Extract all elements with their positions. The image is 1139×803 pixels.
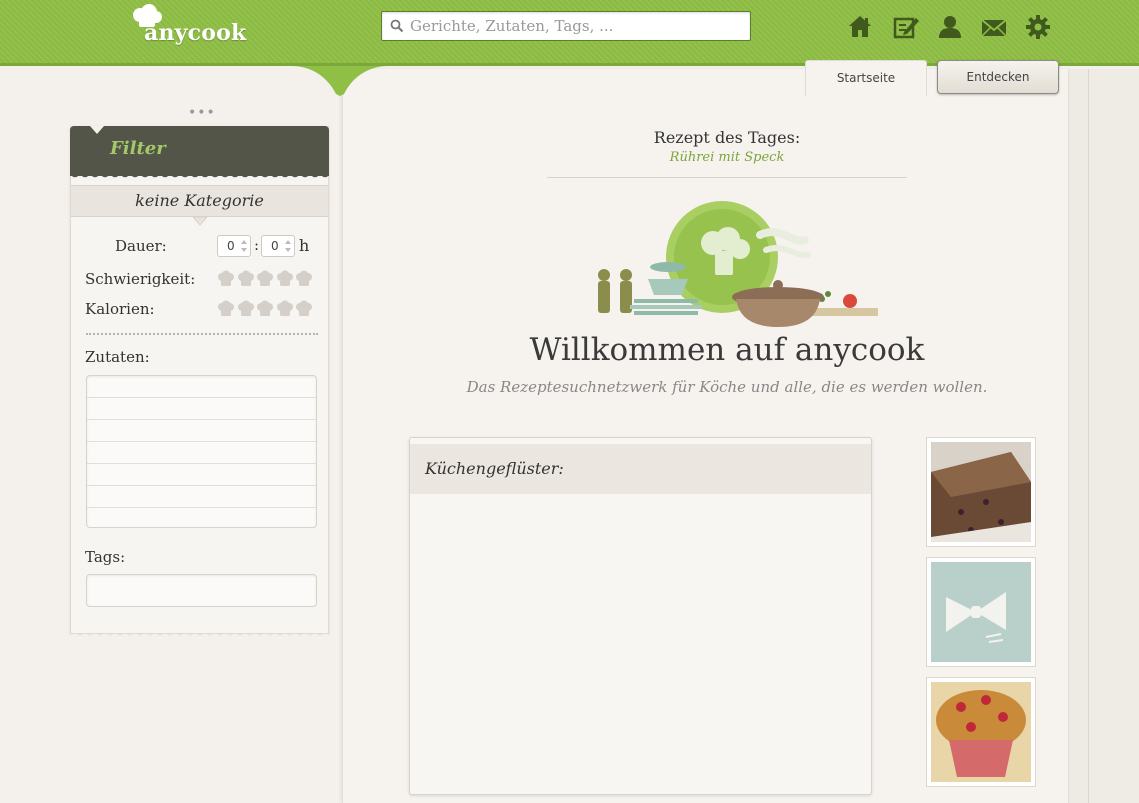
ingredients-label: Zutaten: (85, 348, 150, 366)
kitchen-illustration (598, 201, 878, 327)
duration-hours-input[interactable]: 0 (217, 235, 251, 257)
ingredients-input[interactable] (86, 375, 317, 528)
chef-hat-rating-icon[interactable] (217, 300, 235, 318)
chef-hat-rating-icon[interactable] (276, 270, 294, 288)
welcome-title: Willkommen auf anycook (529, 332, 925, 368)
chef-hat-rating-icon[interactable] (217, 270, 235, 288)
cake-photo (931, 442, 1031, 542)
ingredients-line (87, 441, 316, 442)
filter-divider (86, 333, 318, 335)
difficulty-label: Schwierigkeit: (85, 270, 196, 288)
chef-hat-rating-icon[interactable] (256, 300, 274, 318)
search-icon (390, 19, 404, 33)
search-bar (381, 11, 751, 41)
ingredients-line (87, 397, 316, 398)
duration-hours-value: 0 (227, 239, 235, 253)
category-selector[interactable]: keine Kategorie (71, 185, 328, 217)
tags-input[interactable] (86, 574, 317, 607)
edit-icon[interactable] (892, 13, 920, 41)
tags-label: Tags: (85, 548, 126, 566)
anycook-logo[interactable]: anycook (128, 4, 258, 48)
recipe-of-day-label: Rezept des Tages: (653, 128, 801, 147)
filter-bottom-scallop (70, 630, 329, 638)
calories-label: Kalorien: (85, 300, 155, 318)
duration-minutes-input[interactable]: 0 (261, 235, 295, 257)
home-icon[interactable] (846, 13, 874, 41)
recipe-of-day-link[interactable]: Rührei mit Speck (547, 150, 907, 165)
mail-icon[interactable] (980, 13, 1008, 41)
hours-spinner-icon[interactable] (240, 238, 248, 254)
ingredients-line (87, 485, 316, 486)
kitchen-whisper-title: Küchengeflüster: (410, 444, 871, 494)
duration-colon: : (254, 236, 260, 254)
search-input[interactable] (410, 15, 740, 37)
recipe-thumbnail-cake[interactable] (926, 437, 1036, 547)
gear-icon[interactable] (1024, 13, 1052, 41)
chef-hat-rating-icon[interactable] (295, 300, 313, 318)
duration-minutes-value: 0 (271, 239, 279, 253)
top-bar: anycook (0, 0, 1139, 66)
drag-handle-dots[interactable]: ••• (188, 106, 216, 120)
category-pointer (193, 217, 207, 226)
header-notch (292, 66, 388, 96)
filter-header[interactable]: Filter (70, 126, 329, 181)
recipe-thumbnail-pasta[interactable] (926, 557, 1036, 667)
recipe-of-day-divider (547, 177, 907, 178)
chef-hat-rating-icon[interactable] (295, 270, 313, 288)
user-icon[interactable] (936, 13, 964, 41)
kitchen-whisper-panel: Küchengeflüster: (409, 437, 872, 795)
logo-text: anycook (144, 20, 247, 46)
recipe-thumbnail-muffin[interactable] (926, 677, 1036, 787)
filter-panel: Filter keine Kategorie Dauer: 0 : 0 h Sc… (70, 126, 329, 638)
duration-label: Dauer: (115, 237, 167, 255)
tab-startseite[interactable]: Startseite (805, 60, 927, 96)
chef-hat-rating-icon[interactable] (237, 270, 255, 288)
chef-hat-rating-icon[interactable] (276, 300, 294, 318)
ingredients-line (87, 419, 316, 420)
minutes-spinner-icon[interactable] (284, 238, 292, 254)
tab-entdecken[interactable]: Entdecken (937, 60, 1059, 94)
ingredients-line (87, 463, 316, 464)
filter-header-scallop (70, 173, 329, 181)
ingredients-line (87, 507, 316, 508)
pasta-illustration (931, 562, 1031, 662)
welcome-subtitle: Das Rezeptesuchnetzwerk für Köche und al… (466, 378, 988, 396)
right-gutter (1069, 69, 1089, 803)
chef-hat-rating-icon[interactable] (256, 270, 274, 288)
right-margin (1089, 69, 1139, 803)
chef-hat-rating-icon[interactable] (237, 300, 255, 318)
filter-title: Filter (110, 138, 166, 159)
filter-notch (90, 126, 104, 134)
duration-unit: h (299, 236, 310, 255)
muffin-photo (931, 682, 1031, 782)
